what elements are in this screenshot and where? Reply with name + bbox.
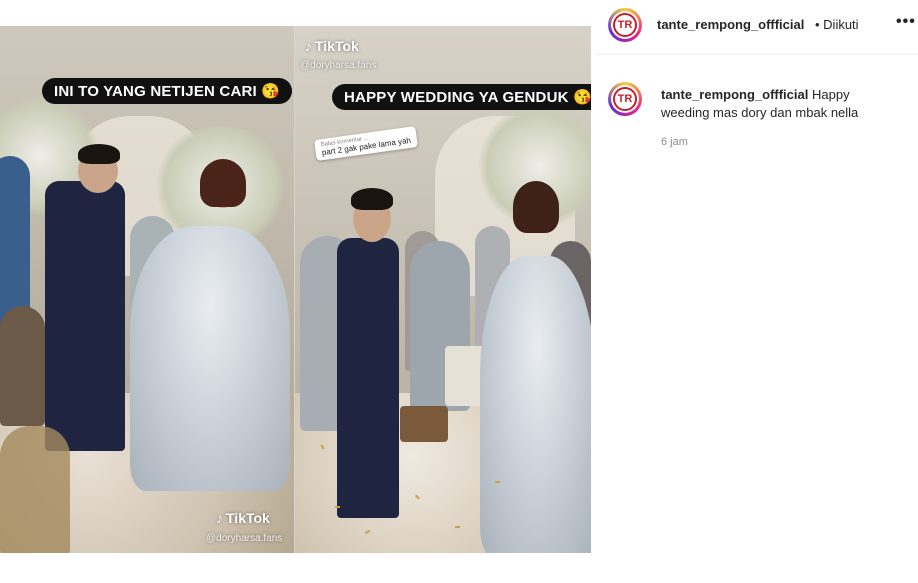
more-options-icon[interactable]: ••• xyxy=(896,13,916,31)
video-frame-left: INI TO YANG NETIJEN CARI 😘 ♪ TikTok @dory… xyxy=(0,26,294,553)
bride-gown xyxy=(130,226,290,491)
follow-status[interactable]: • Diikuti xyxy=(815,17,859,32)
caption-username[interactable]: tante_rempong_offficial xyxy=(661,87,808,102)
tiktok-handle: @doryharsa.fans xyxy=(206,533,283,544)
tante-rempong-logo-icon: TR xyxy=(613,87,637,111)
groom-hair xyxy=(78,144,120,164)
groom-figure xyxy=(45,181,125,451)
post-header: TR tante_rempong_offficial • Diikuti ••• xyxy=(596,0,918,55)
tiktok-watermark: ♪ TikTok xyxy=(305,38,359,54)
post-media[interactable]: INI TO YANG NETIJEN CARI 😘 ♪ TikTok @dory… xyxy=(0,26,591,553)
video-frame-right: ♪ TikTok @doryharsa.fans HAPPY WEDDING YA… xyxy=(295,26,591,553)
confetti xyxy=(455,526,460,528)
child-figure xyxy=(0,306,45,426)
confetti xyxy=(335,506,340,508)
groom-hair xyxy=(351,188,393,210)
bride-hair xyxy=(200,159,246,207)
post-timestamp[interactable]: 6 jam xyxy=(661,136,688,148)
video-caption: INI TO YANG NETIJEN CARI 😘 xyxy=(42,78,293,104)
tiktok-handle: @doryharsa.fans xyxy=(300,60,377,71)
tante-rempong-logo-icon: TR xyxy=(613,13,637,37)
header-username[interactable]: tante_rempong_offficial xyxy=(657,17,804,32)
tiktok-icon: ♪ xyxy=(216,510,223,526)
confetti xyxy=(495,481,500,483)
tiktok-icon: ♪ xyxy=(305,38,312,54)
post-caption: tante_rempong_offficial Happy weeding ma… xyxy=(661,86,901,122)
reply-comment-sticker: Balas komentar ... part 2 gak pake lama … xyxy=(314,126,418,161)
groom-figure xyxy=(337,238,399,518)
tiktok-watermark: ♪ TikTok xyxy=(216,510,270,526)
video-caption: HAPPY WEDDING YA GENDUK 😘 xyxy=(332,84,591,110)
basket xyxy=(400,406,448,442)
bride-gown xyxy=(480,256,591,553)
pampas-grass xyxy=(0,426,70,553)
avatar[interactable]: TR xyxy=(608,8,642,42)
bride-hair xyxy=(513,181,559,233)
caption-avatar[interactable]: TR xyxy=(608,82,642,116)
